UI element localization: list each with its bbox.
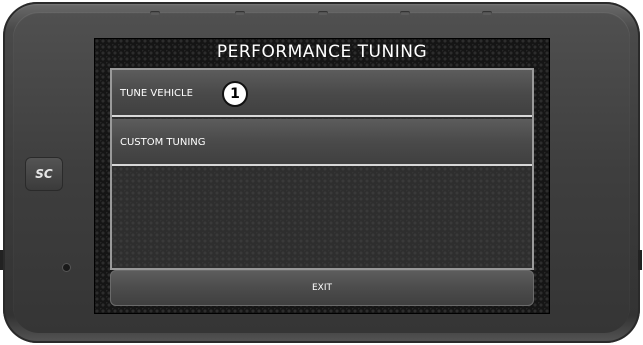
menu-item-custom-tuning[interactable]: CUSTOM TUNING [112, 119, 532, 166]
sc-logo: SC [25, 157, 63, 191]
bezel-dot [482, 11, 492, 15]
edge-mark-right [638, 250, 642, 270]
menu-item-tune-vehicle[interactable]: TUNE VEHICLE 1 [112, 70, 532, 117]
menu-list: TUNE VEHICLE 1 CUSTOM TUNING [110, 68, 534, 270]
edge-mark-left [0, 250, 3, 270]
page-title: PERFORMANCE TUNING [216, 42, 428, 62]
step-callout-badge: 1 [222, 81, 248, 107]
menu-item-label: TUNE VEHICLE [120, 88, 193, 99]
ambient-sensor [63, 264, 70, 271]
menu-item-label: CUSTOM TUNING [120, 137, 206, 148]
bezel-dot [318, 11, 328, 15]
touch-screen: PERFORMANCE TUNING TUNE VEHICLE 1 CUSTOM… [94, 38, 550, 314]
bezel-dot [235, 11, 245, 15]
exit-button[interactable]: EXIT [110, 270, 534, 306]
bezel-dot [400, 11, 410, 15]
bezel-dot [150, 11, 160, 15]
